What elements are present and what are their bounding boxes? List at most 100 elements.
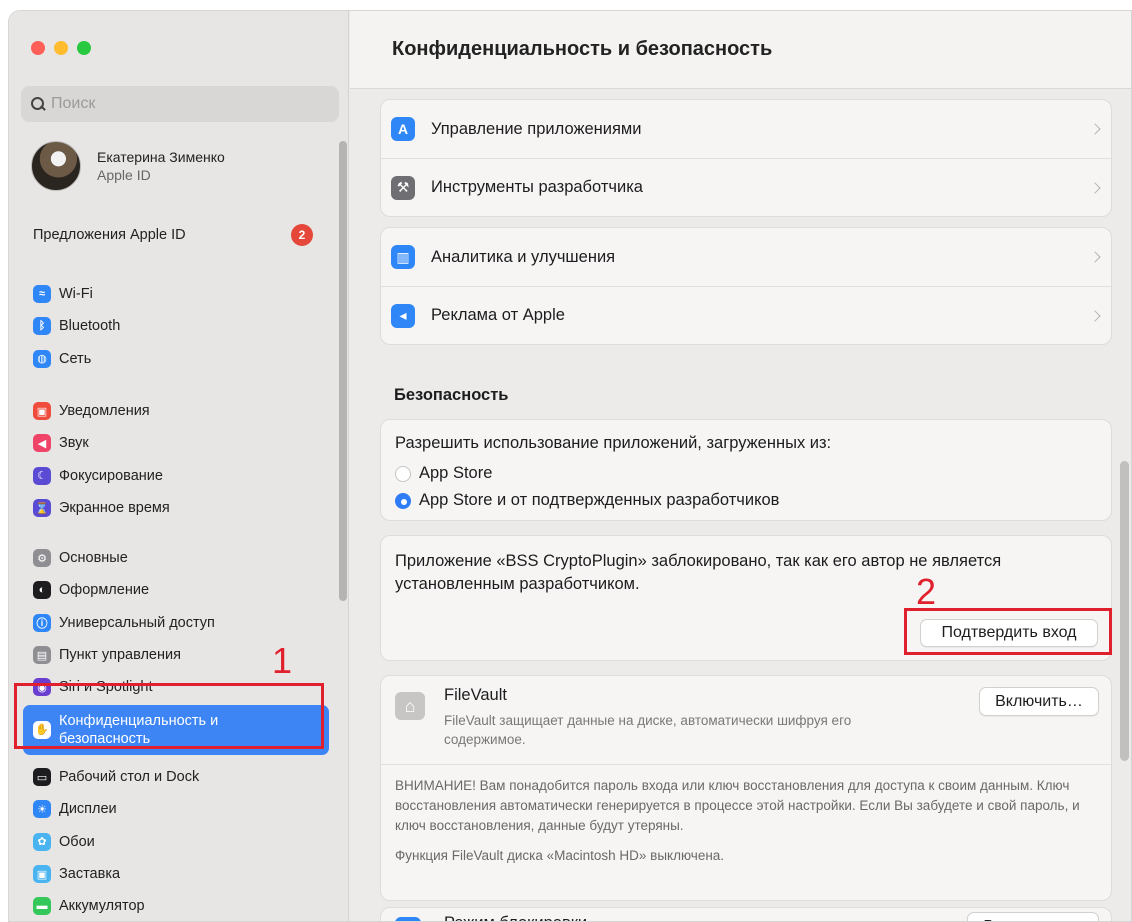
filevault-title: FileVault [444,686,507,704]
analytics-group: ▥ Аналитика и улучшения ◂ Реклама от Apple [380,227,1112,345]
display-sun-icon: ☀ [33,800,51,819]
sidebar-item-label: Bluetooth [59,318,121,335]
sidebar-item-label: Wi-Fi [59,286,93,303]
sidebar-item-wallpaper[interactable]: ✿ Обои [23,826,329,858]
sidebar-item-label: Пункт управления [59,647,181,664]
sidebar-item-battery[interactable]: ▬ Аккумулятор [23,890,329,921]
radio-app-store-developers[interactable]: App Store и от подтвержденных разработчи… [395,487,1111,514]
minimize-window-button[interactable] [54,41,68,55]
sidebar-item-focus-moon[interactable]: ☾ Фокусирование [23,460,329,492]
sidebar-item-sound[interactable]: ◀ Звук [23,427,329,459]
settings-row-app-store[interactable]: A Управление приложениями [381,100,1111,158]
security-section-title: Безопасность [394,386,509,404]
settings-row-label: Инструменты разработчика [431,178,643,196]
gear-icon: ⚙ [33,549,51,568]
divider [381,764,1111,765]
search-icon [31,97,45,111]
sidebar-item-globe[interactable]: ◍ Сеть [23,343,329,375]
screensaver-icon: ▣ [33,865,51,884]
radio-app-store-developers-label: App Store и от подтвержденных разработчи… [419,491,780,509]
megaphone-icon: ◂ [391,303,415,328]
sidebar-item-display-sun[interactable]: ☀ Дисплеи [23,793,329,825]
settings-row-label: Управление приложениями [431,119,642,138]
filevault-status: Функция FileVault диска «Macintosh HD» в… [395,848,725,863]
sidebar-item-label: Аккумулятор [59,898,145,915]
sound-icon: ◀ [33,434,51,453]
apple-id-account[interactable]: Екатерина Зименко Apple ID [31,141,225,191]
settings-row-megaphone[interactable]: ◂ Реклама от Apple [381,286,1111,344]
close-window-button[interactable] [31,41,45,55]
lockdown-title: Режим блокировки [444,914,587,921]
radio-app-store-developers-circle[interactable] [395,492,411,509]
radio-app-store-circle[interactable] [395,465,411,482]
dock-icon: ▭ [33,768,51,787]
accessibility-icon: ⓘ [33,613,51,632]
sidebar-item-hourglass[interactable]: ⌛ Экранное время [23,492,329,524]
search-input[interactable] [51,95,321,113]
sidebar-item-label: Основные [59,550,128,567]
annotation-number-1: 1 [272,640,293,681]
annotation-number-2: 2 [916,571,937,612]
filevault-description: FileVault защищает данные на диске, авто… [444,713,852,747]
sidebar-item-label: Дисплеи [59,801,117,818]
hammer-icon: ⚒ [391,175,415,200]
sidebar-item-label: Звук [59,435,89,452]
radio-app-store[interactable]: App Store [395,460,1111,487]
sidebar-group-notifications: ▣ Уведомления ◀ Звук ☾ Фокусирование ⌛ Экранное… [23,395,329,524]
sidebar-group-desktop: ▭ Рабочий стол и Dock ☀ Дисплеи ✿ Обои ▣ Застав… [23,761,329,921]
user-subtitle: Apple ID [97,167,151,183]
radio-app-store-label: App Store [419,464,493,482]
user-name: Екатерина Зименко [97,149,225,165]
sidebar-item-appearance[interactable]: ◐ Оформление [23,574,329,606]
globe-icon: ◍ [33,349,51,368]
bluetooth-icon: ᛒ [33,317,51,336]
sidebar-item-dock[interactable]: ▭ Рабочий стол и Dock [23,761,329,793]
avatar [31,141,81,191]
filevault-enable-button[interactable]: Включить… [979,687,1099,716]
focus-moon-icon: ☾ [33,466,51,485]
main-scrollbar[interactable] [1120,461,1129,761]
settings-row-analytics[interactable]: ▥ Аналитика и улучшения [381,228,1111,286]
settings-row-hammer[interactable]: ⚒ Инструменты разработчика [381,158,1111,216]
search-field[interactable] [21,86,339,122]
lockdown-hand-icon [395,917,421,921]
sidebar-item-bluetooth[interactable]: ᛒ Bluetooth [23,310,329,342]
sidebar-item-wifi[interactable]: ≈ Wi-Fi [23,278,329,310]
filevault-group: ⌂ FileVault FileVault защищает данные на… [380,675,1112,901]
settings-row-label: Реклама от Apple [431,306,565,324]
main-pane: Конфиденциальность и безопасность A Управ… [350,11,1131,921]
analytics-icon: ▥ [391,245,415,269]
allow-apps-group: Разрешить использование приложений, загр… [380,419,1112,521]
sidebar-item-label: Универсальный доступ [59,614,215,631]
annotation-box-1 [14,683,324,749]
battery-icon: ▬ [33,897,51,916]
wallpaper-icon: ✿ [33,832,51,851]
sidebar-item-label: Обои [59,833,95,850]
sidebar-item-accessibility[interactable]: ⓘ Универсальный доступ [23,607,329,639]
hourglass-icon: ⌛ [33,499,51,518]
annotation-box-2 [904,608,1112,655]
sidebar-item-notifications[interactable]: ▣ Уведомления [23,395,329,427]
sidebar-scrollbar[interactable] [339,141,347,601]
wifi-icon: ≈ [33,285,51,304]
sidebar-item-label: Экранное время [59,500,170,517]
chevron-right-icon [1089,181,1101,194]
page-title: Конфиденциальность и безопасность [350,11,1131,89]
allow-apps-label: Разрешить использование приложений, загр… [395,434,832,452]
chevron-right-icon [1089,309,1101,322]
sidebar-item-gear[interactable]: ⚙ Основные [23,542,329,574]
settings-window: Екатерина Зименко Apple ID Предложения A… [8,10,1132,922]
sidebar-item-label: Оформление [59,582,150,599]
notification-badge: 2 [291,224,313,246]
apple-id-offers[interactable]: Предложения Apple ID 2 [33,224,313,246]
chevron-right-icon [1089,123,1101,135]
sidebar-group-network: ≈ Wi-Fi ᛒ Bluetooth ◍ Сеть [23,278,329,375]
offers-label: Предложения Apple ID [33,227,186,243]
lockdown-disable-button[interactable]: Выключить… [967,912,1099,921]
sidebar-item-label: Уведомления [59,403,150,420]
zoom-window-button[interactable] [77,41,91,55]
blocked-app-message: Приложение «BSS CryptoPlugin» заблокиров… [395,552,1002,593]
sidebar-item-screensaver[interactable]: ▣ Заставка [23,858,329,890]
control-center-icon: ▤ [33,646,51,665]
appearance-icon: ◐ [33,581,51,600]
